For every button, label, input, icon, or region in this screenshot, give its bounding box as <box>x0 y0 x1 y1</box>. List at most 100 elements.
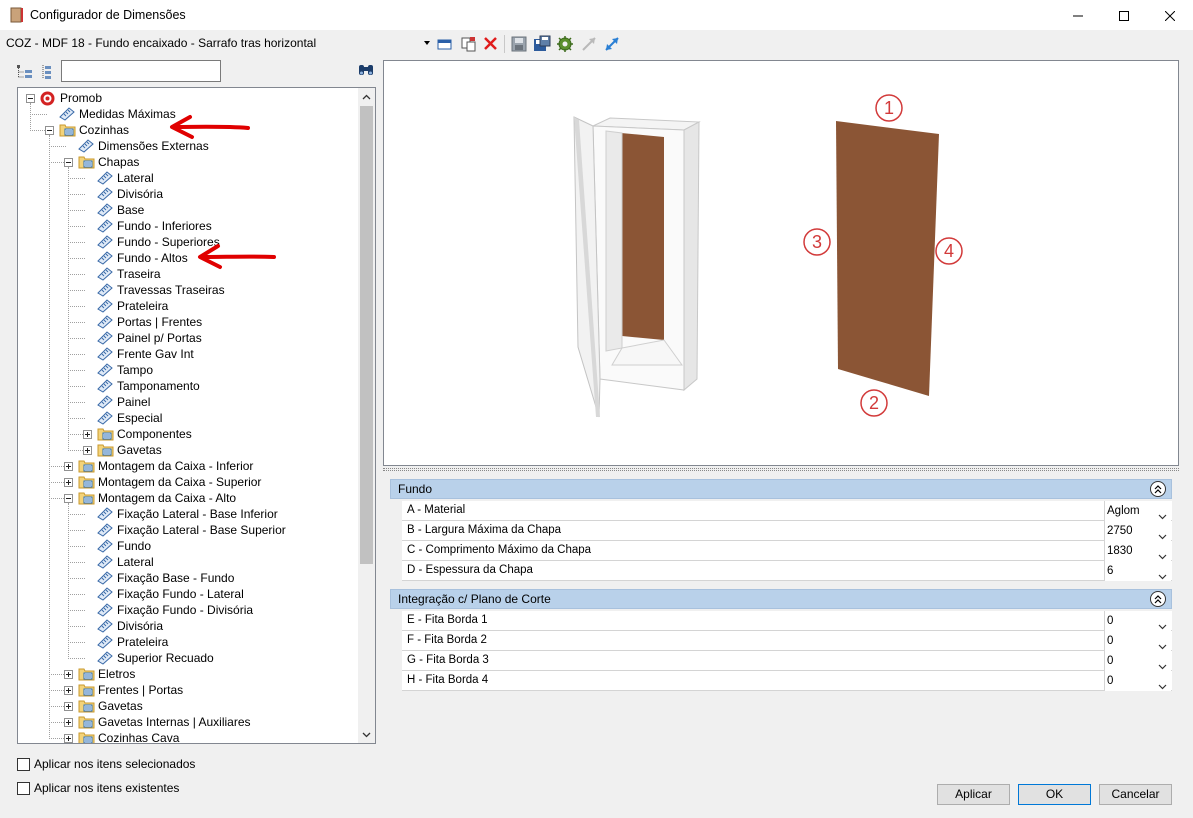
tree-item[interactable]: Lateral <box>18 554 358 570</box>
tree-item[interactable]: Frentes | Portas <box>18 682 358 698</box>
collapse-arrows-icon[interactable] <box>580 35 598 53</box>
profile-window-icon[interactable] <box>436 35 454 53</box>
collapse-group-icon[interactable] <box>1150 591 1166 607</box>
maximize-button[interactable] <box>1101 0 1147 31</box>
collapse-toggle[interactable] <box>64 158 73 167</box>
scroll-up-button[interactable] <box>358 88 375 105</box>
tree-item[interactable]: Lateral <box>18 170 358 186</box>
tree-item[interactable]: Dimensões Externas <box>18 138 358 154</box>
tree-item[interactable]: Superior Recuado <box>18 650 358 666</box>
property-value-dropdown[interactable]: 6 <box>1104 561 1171 581</box>
collapse-toggle[interactable] <box>64 494 73 503</box>
splitter[interactable] <box>383 468 1179 471</box>
checkbox-label: Aplicar nos itens selecionados <box>34 757 196 771</box>
collapse-toggle[interactable] <box>45 126 54 135</box>
expand-toggle[interactable] <box>64 670 73 679</box>
tree-item[interactable]: Frente Gav Int <box>18 346 358 362</box>
ok-button[interactable]: OK <box>1018 784 1091 805</box>
tree-item[interactable]: Fixação Lateral - Base Superior <box>18 522 358 538</box>
close-button[interactable] <box>1147 0 1193 31</box>
tree-item[interactable]: Fixação Fundo - Lateral <box>18 586 358 602</box>
tree-item[interactable]: Tampo <box>18 362 358 378</box>
copy-profile-icon[interactable] <box>460 35 478 53</box>
expand-toggle[interactable] <box>64 702 73 711</box>
tree-item[interactable]: Promob <box>18 90 358 106</box>
tree-item[interactable]: Painel <box>18 394 358 410</box>
property-group-header[interactable]: Integração c/ Plano de Corte <box>390 589 1172 609</box>
scroll-thumb[interactable] <box>360 106 373 564</box>
property-value: 6 <box>1107 565 1114 577</box>
expand-toggle[interactable] <box>83 430 92 439</box>
expand-toggle[interactable] <box>64 686 73 695</box>
save-as-icon[interactable] <box>533 35 551 53</box>
tree-item[interactable]: Fundo - Altos <box>18 250 358 266</box>
settings-gear-icon[interactable] <box>556 35 574 53</box>
delete-icon[interactable] <box>482 35 500 53</box>
profile-combobox[interactable]: COZ - MDF 18 - Fundo encaixado - Sarrafo… <box>4 33 432 53</box>
tree-search-input[interactable] <box>61 60 221 82</box>
tree-item[interactable]: Componentes <box>18 426 358 442</box>
property-value-dropdown[interactable]: 2750 <box>1104 521 1171 541</box>
tree-item[interactable]: Eletros <box>18 666 358 682</box>
binoculars-search-icon[interactable] <box>358 63 374 77</box>
expand-toggle[interactable] <box>64 478 73 487</box>
tree-item[interactable]: Travessas Traseiras <box>18 282 358 298</box>
property-row: G - Fita Borda 3 0 <box>402 651 1172 671</box>
expand-toggle[interactable] <box>64 462 73 471</box>
expand-arrows-icon[interactable] <box>603 35 621 53</box>
tree-item[interactable]: Especial <box>18 410 358 426</box>
tree-item[interactable]: Fundo - Superiores <box>18 234 358 250</box>
tree-item-label: Fixação Fundo - Lateral <box>117 587 244 601</box>
tree-item[interactable]: Prateleira <box>18 634 358 650</box>
property-value-dropdown[interactable]: 0 <box>1104 671 1171 691</box>
property-value-dropdown[interactable]: 0 <box>1104 651 1171 671</box>
property-value-dropdown[interactable]: 0 <box>1104 631 1171 651</box>
tree-item[interactable]: Traseira <box>18 266 358 282</box>
checkbox-box[interactable] <box>17 757 30 771</box>
tree-item[interactable]: Montagem da Caixa - Alto <box>18 490 358 506</box>
tree-item[interactable]: Base <box>18 202 358 218</box>
tree-connector <box>68 322 85 323</box>
checkbox-box[interactable] <box>17 781 30 795</box>
property-value: 2750 <box>1107 525 1133 537</box>
tree-item[interactable]: Fixação Base - Fundo <box>18 570 358 586</box>
apply-button[interactable]: Aplicar <box>937 784 1010 805</box>
collapse-toggle[interactable] <box>26 94 35 103</box>
expand-toggle[interactable] <box>64 734 73 743</box>
tree-view[interactable]: Promob Medidas Máximas Cozinhas Dimensões E… <box>17 87 376 744</box>
tree-item[interactable]: Montagem da Caixa - Inferior <box>18 458 358 474</box>
cancel-button[interactable]: Cancelar <box>1099 784 1172 805</box>
tree-item[interactable]: Tamponamento <box>18 378 358 394</box>
tree-item[interactable]: Gavetas <box>18 698 358 714</box>
tree-expand-icon[interactable] <box>16 64 34 80</box>
tree-item[interactable]: Gavetas <box>18 442 358 458</box>
collapse-group-icon[interactable] <box>1150 481 1166 497</box>
expand-toggle[interactable] <box>83 446 92 455</box>
tree-item[interactable]: Cozinhas Cava <box>18 730 358 743</box>
tree-item[interactable]: Fixação Lateral - Base Inferior <box>18 506 358 522</box>
property-value: 0 <box>1107 615 1114 627</box>
expand-toggle[interactable] <box>64 718 73 727</box>
tree-item[interactable]: Painel p/ Portas <box>18 330 358 346</box>
tree-item[interactable]: Fundo - Inferiores <box>18 218 358 234</box>
tree-item[interactable]: Divisória <box>18 186 358 202</box>
tree-item[interactable]: Divisória <box>18 618 358 634</box>
save-icon[interactable] <box>510 35 528 53</box>
scroll-down-button[interactable] <box>358 726 375 743</box>
apply-selected-checkbox[interactable]: Aplicar nos itens selecionados <box>17 756 195 772</box>
property-value-dropdown[interactable]: 0 <box>1104 611 1171 631</box>
apply-existing-checkbox[interactable]: Aplicar nos itens existentes <box>17 780 179 796</box>
tree-item[interactable]: Gavetas Internas | Auxiliares <box>18 714 358 730</box>
minimize-button[interactable] <box>1055 0 1101 31</box>
tree-item[interactable]: Fundo <box>18 538 358 554</box>
tree-item[interactable]: Fixação Fundo - Divisória <box>18 602 358 618</box>
tree-list-icon[interactable] <box>40 64 54 80</box>
tree-item[interactable]: Chapas <box>18 154 358 170</box>
tree-item[interactable]: Portas | Frentes <box>18 314 358 330</box>
tree-item[interactable]: Montagem da Caixa - Superior <box>18 474 358 490</box>
property-value-dropdown[interactable]: 1830 <box>1104 541 1171 561</box>
tree-item[interactable]: Prateleira <box>18 298 358 314</box>
property-group-header[interactable]: Fundo <box>390 479 1172 499</box>
tree-scrollbar[interactable] <box>358 88 375 743</box>
property-value-dropdown[interactable]: Aglom <box>1104 501 1171 521</box>
